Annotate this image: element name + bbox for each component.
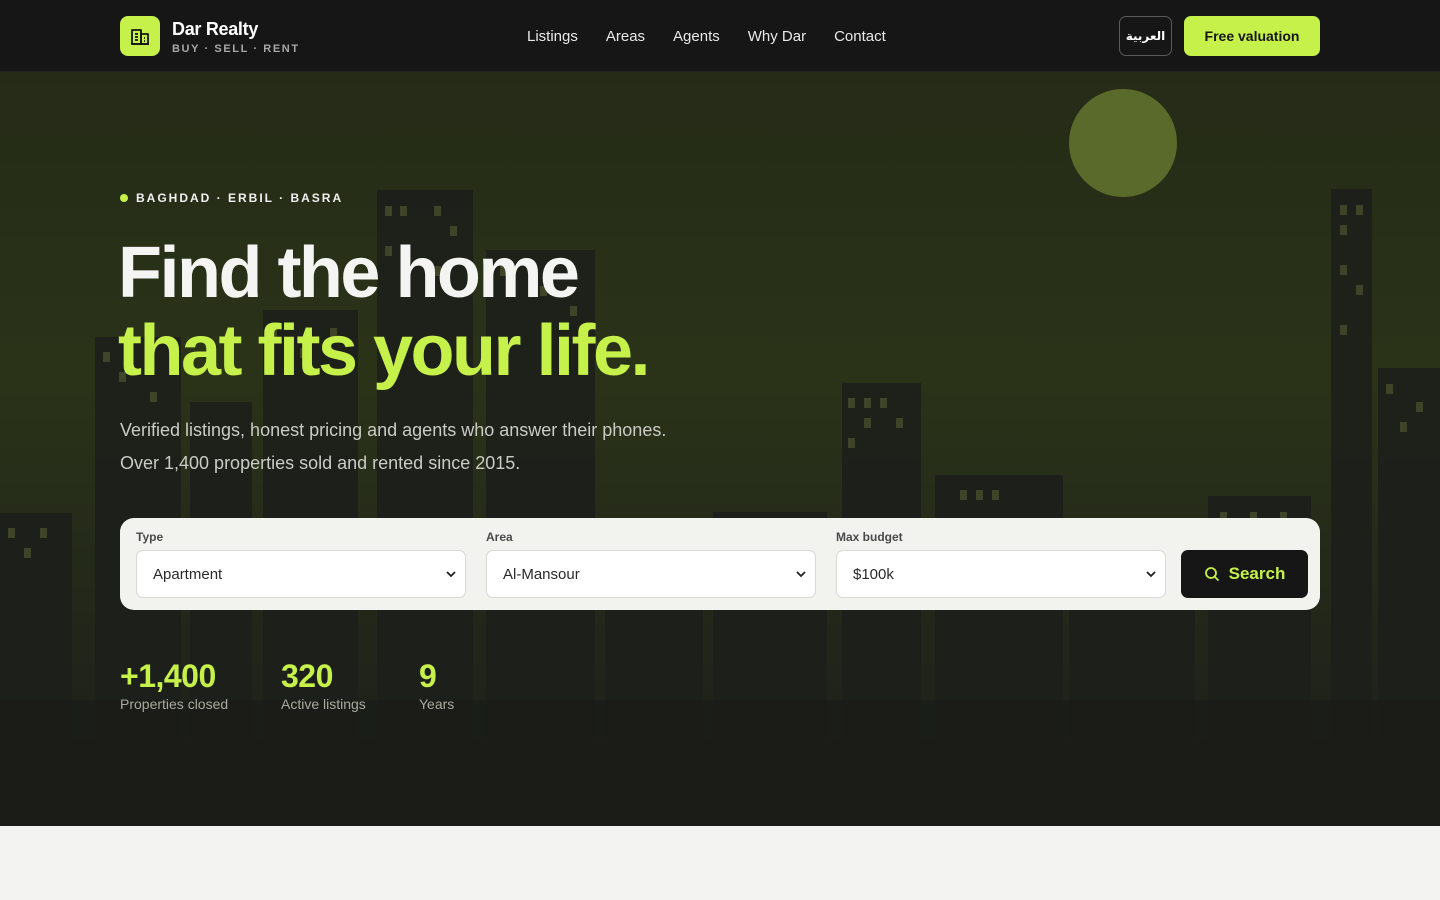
search-button-label: Search [1228, 564, 1286, 583]
hero-eyebrow-text: BAGHDAD · ERBIL · BASRA [136, 191, 344, 205]
type-label: Type [136, 530, 164, 544]
hero-section: BAGHDAD · ERBIL · BASRA Find the home th… [0, 72, 1440, 826]
hero-subtitle: Verified listings, honest pricing and ag… [120, 414, 760, 480]
location-dot-icon [120, 194, 128, 202]
stat-years: 9 Years [419, 658, 454, 712]
type-select-value: Apartment [153, 565, 223, 583]
area-select-value: Al-Mansour [503, 565, 580, 583]
search-icon [1204, 567, 1219, 582]
next-section-background [0, 826, 1440, 900]
area-label: Area [486, 530, 513, 544]
stat-value: 9 [419, 658, 437, 694]
building-icon [131, 29, 149, 45]
nav-link-contact[interactable]: Contact [834, 28, 886, 46]
chevron-down-icon [1146, 571, 1156, 578]
logo[interactable] [120, 16, 160, 56]
stat-label: Active listings [281, 696, 366, 712]
budget-select-value: $100k [853, 565, 894, 583]
free-valuation-button[interactable]: Free valuation [1184, 16, 1320, 56]
hero-title-line-2: that fits your life. [118, 311, 651, 391]
main-nav: Listings Areas Agents Why Dar Contact [527, 28, 886, 46]
nav-link-listings[interactable]: Listings [527, 28, 578, 46]
hero-subtitle-line-1: Verified listings, honest pricing and ag… [120, 420, 667, 440]
stat-active-listings: 320 Active listings [281, 658, 366, 712]
hero-title-line-1: Find the home [118, 233, 580, 313]
stat-label: Years [419, 696, 455, 712]
stat-properties-closed: +1,400 Properties closed [120, 658, 228, 712]
property-search-bar: Type Apartment Area Al-Mansour Max budge… [120, 518, 1320, 610]
top-navigation-bar: Dar Realty BUY · SELL · RENT Listings Ar… [0, 0, 1440, 72]
stat-label: Properties closed [120, 696, 229, 712]
hero-eyebrow: BAGHDAD · ERBIL · BASRA [120, 191, 343, 205]
stat-value: +1,400 [120, 658, 216, 694]
hero-subtitle-line-2: Over 1,400 properties sold and rented si… [120, 453, 521, 473]
brand-tagline: BUY · SELL · RENT [172, 43, 300, 55]
type-select[interactable]: Apartment [136, 550, 466, 598]
area-select[interactable]: Al-Mansour [486, 550, 816, 598]
language-toggle-button[interactable]: العربية [1119, 16, 1172, 56]
nav-link-areas[interactable]: Areas [606, 28, 645, 46]
budget-select[interactable]: $100k [836, 550, 1166, 598]
nav-link-agents[interactable]: Agents [673, 28, 720, 46]
chevron-down-icon [796, 571, 806, 578]
budget-label: Max budget [836, 530, 903, 544]
nav-link-why-dar[interactable]: Why Dar [748, 28, 806, 46]
chevron-down-icon [446, 571, 456, 578]
brand-name[interactable]: Dar Realty [172, 19, 258, 40]
stat-value: 320 [281, 658, 333, 694]
search-button[interactable]: Search [1181, 550, 1308, 598]
